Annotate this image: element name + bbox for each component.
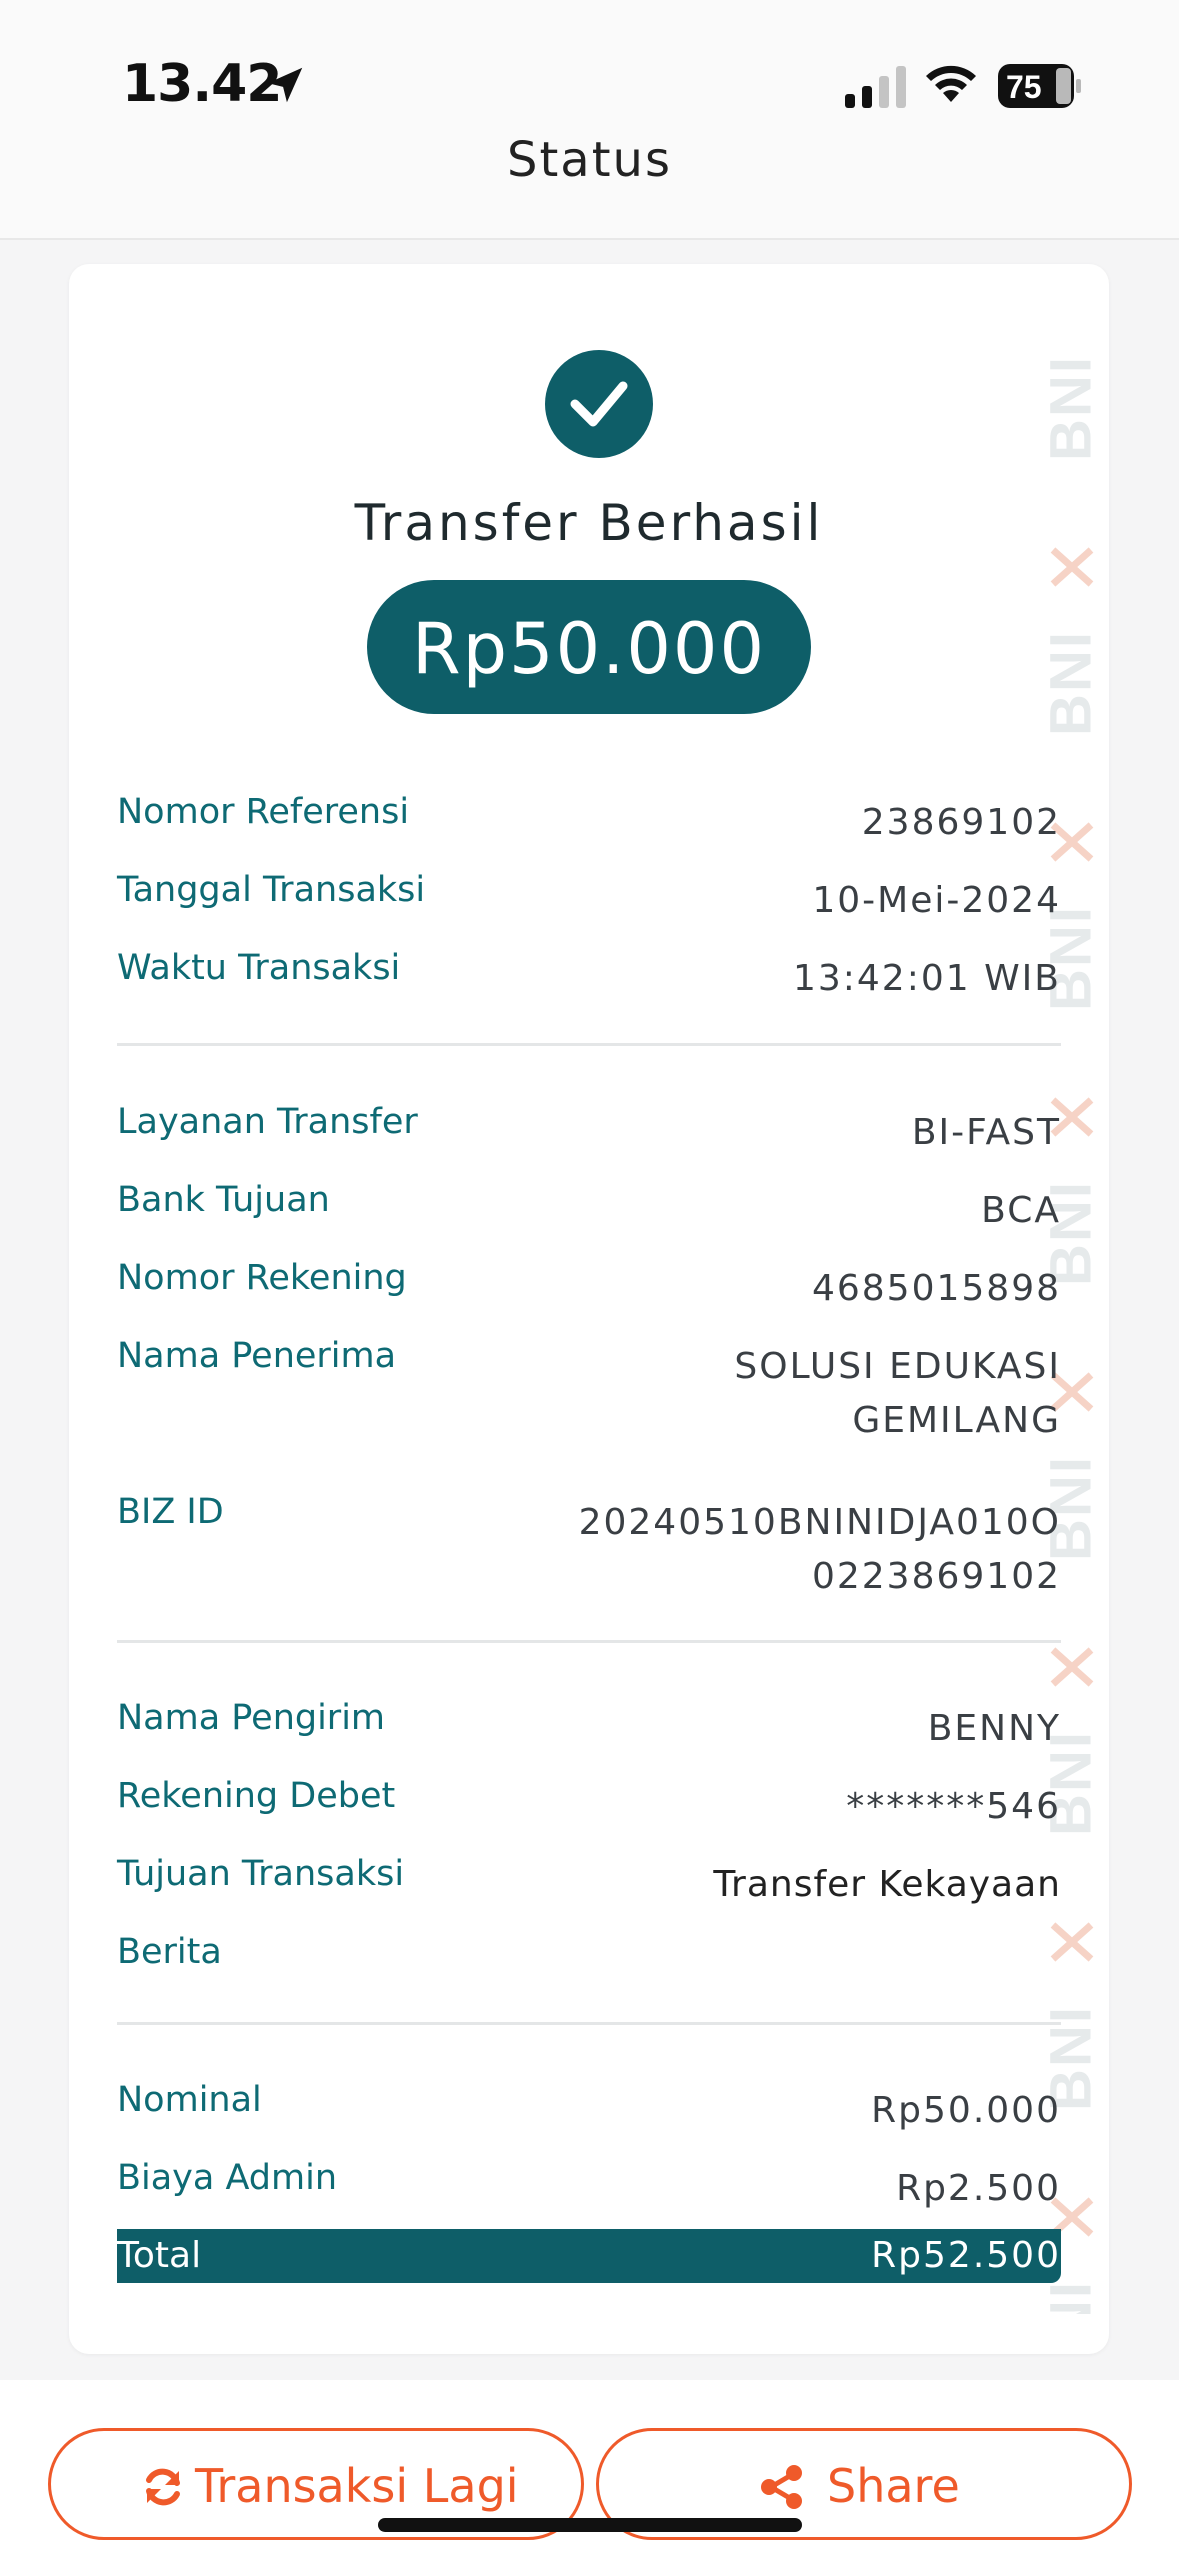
share-icon: [761, 2465, 802, 2509]
cellular-signal-icon: [845, 66, 906, 108]
home-indicator: [378, 2518, 802, 2532]
detail-label: Nomor Rekening: [117, 1258, 407, 1298]
share-label: Share: [827, 2459, 960, 2513]
detail-label: Tujuan Transaksi: [117, 1854, 405, 1894]
page-title: Status: [507, 132, 672, 188]
detail-label: Nama Pengirim: [117, 1698, 386, 1738]
detail-label: Nomor Referensi: [117, 792, 410, 832]
detail-label: Layanan Transfer: [117, 1102, 418, 1142]
receipt-card: BNIBNIBNIBNIBNIBNIBNIBNI Transfer Berhas…: [69, 264, 1109, 2354]
detail-value: Rp50.000: [871, 2090, 1061, 2131]
battery-level: 75: [1006, 69, 1042, 105]
detail-row: Nama Pengirim BENNY: [117, 1698, 1061, 1758]
detail-value: 13:42:01 WIB: [792, 958, 1061, 999]
wifi-icon: [926, 65, 976, 102]
check-icon: [570, 381, 628, 427]
detail-row: Nomor Rekening 4685015898: [117, 1258, 1061, 1318]
detail-row: Nama Penerima SOLUSI EDUKASI GEMILANG: [117, 1336, 1061, 1456]
detail-label: BIZ ID: [117, 1492, 224, 1532]
divider: [117, 1043, 1061, 1046]
amount-value: Rp50.000: [411, 608, 766, 690]
detail-row: Bank Tujuan BCA: [117, 1180, 1061, 1240]
divider: [117, 1640, 1061, 1643]
status-title: Transfer Berhasil: [354, 494, 824, 552]
total-value: Rp52.500: [871, 2235, 1061, 2276]
detail-value: Rp2.500: [896, 2168, 1061, 2209]
detail-label: Waktu Transaksi: [117, 948, 401, 988]
detail-row: BIZ ID 20240510BNINIDJA010O 0223869102: [117, 1492, 1061, 1612]
detail-row: Berita: [117, 1932, 1061, 1992]
detail-row: Rekening Debet *******546: [117, 1776, 1061, 1836]
header: Status: [0, 120, 1179, 240]
detail-label: Biaya Admin: [117, 2158, 338, 2198]
watermark-segment: BNI: [1031, 334, 1109, 609]
detail-label: Berita: [117, 1932, 222, 1972]
transaksi-lagi-label: Transaksi Lagi: [195, 2459, 519, 2513]
detail-label: Tanggal Transaksi: [117, 870, 426, 910]
detail-value: BI-FAST: [911, 1112, 1061, 1153]
detail-row: Layanan Transfer BI-FAST: [117, 1102, 1061, 1162]
detail-label: Bank Tujuan: [117, 1180, 330, 1220]
battery-icon: 75: [998, 64, 1082, 108]
location-arrow-icon: [267, 67, 303, 103]
watermark-text: BNI: [1038, 630, 1104, 736]
detail-value: *******546: [846, 1786, 1061, 1827]
detail-row: Biaya Admin Rp2.500: [117, 2158, 1061, 2218]
divider: [117, 2022, 1061, 2025]
total-row: Total Rp52.500: [117, 2229, 1061, 2283]
detail-value: BCA: [981, 1190, 1061, 1231]
detail-row: Nominal Rp50.000: [117, 2080, 1061, 2140]
watermark-text: BNI: [1038, 355, 1104, 461]
detail-value: Transfer Kekayaan: [713, 1864, 1061, 1905]
status-bar: 13.42 75: [0, 0, 1179, 120]
total-label: Total: [117, 2235, 202, 2276]
detail-label: Nominal: [117, 2080, 262, 2120]
watermark-text: BNI: [1038, 2280, 1105, 2314]
refresh-icon: [146, 2468, 180, 2506]
detail-value: BENNY: [927, 1708, 1061, 1749]
detail-label: Rekening Debet: [117, 1776, 396, 1816]
detail-value: 20240510BNINIDJA010O 0223869102: [578, 1502, 1061, 1597]
detail-value: SOLUSI EDUKASI GEMILANG: [734, 1346, 1061, 1441]
detail-row: Tujuan Transaksi Transfer Kekayaan: [117, 1854, 1061, 1914]
detail-label: Nama Penerima: [117, 1336, 397, 1376]
detail-row: Waktu Transaksi 13:42:01 WIB: [117, 948, 1061, 1008]
status-time: 13.42: [122, 54, 282, 114]
detail-value: 4685015898: [811, 1268, 1061, 1309]
bni-logo-icon: [1050, 1647, 1094, 1687]
detail-value: 23869102: [861, 802, 1061, 843]
success-badge: [545, 350, 653, 458]
detail-value: 10-Mei-2024: [812, 880, 1061, 921]
detail-row: Nomor Referensi 23869102: [117, 792, 1061, 852]
detail-row: Tanggal Transaksi 10-Mei-2024: [117, 870, 1061, 930]
bni-watermark: BNIBNIBNIBNIBNIBNIBNIBNI: [1031, 334, 1109, 2314]
amount-badge: Rp50.000: [367, 580, 811, 714]
